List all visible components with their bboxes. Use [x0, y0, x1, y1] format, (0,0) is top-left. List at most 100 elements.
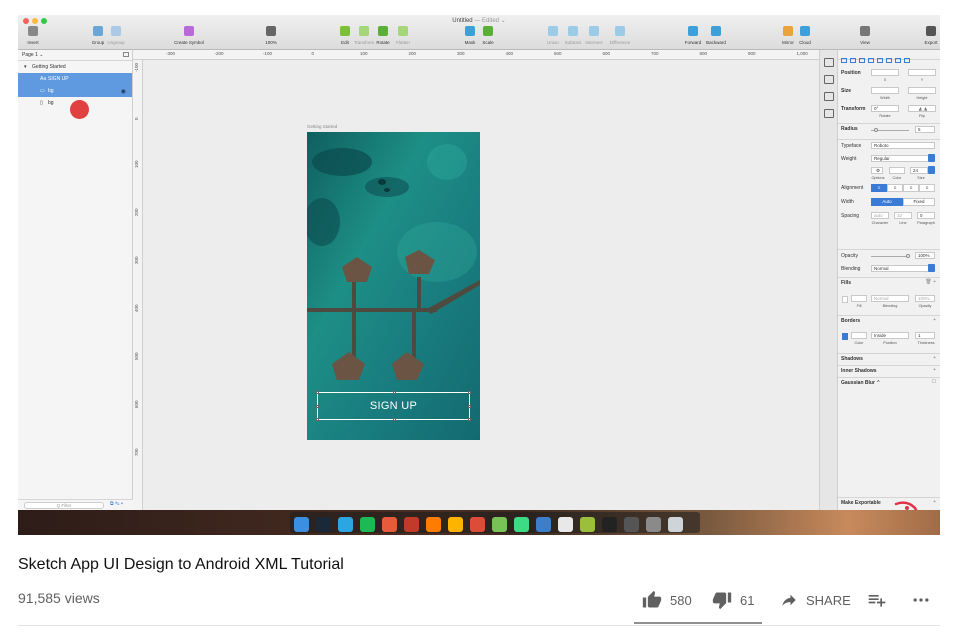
layout-icon[interactable]	[823, 92, 834, 101]
sketch-icon[interactable]	[448, 517, 463, 532]
border-thickness-field[interactable]: 1	[915, 332, 935, 339]
visibility-eye-icon[interactable]: ◉	[121, 88, 126, 95]
align-bottom-icon[interactable]	[886, 58, 892, 63]
resize-handle-l[interactable]	[316, 405, 319, 408]
resize-handle-t[interactable]	[393, 391, 396, 394]
add-export-icon[interactable]: +	[933, 499, 936, 505]
toolbar-difference-button[interactable]: Difference	[605, 26, 635, 45]
align-left-icon[interactable]	[841, 58, 847, 63]
text-align-left[interactable]: ≡	[871, 184, 887, 192]
weight-select[interactable]: Regular	[871, 155, 935, 162]
add-fill-icon[interactable]: 🗑 +	[925, 279, 936, 285]
opacity-field[interactable]: 100%	[915, 252, 935, 259]
dislike-button[interactable]: 61	[712, 590, 754, 610]
align-right-icon[interactable]	[859, 58, 865, 63]
resize-handle-b[interactable]	[393, 418, 396, 421]
text-align-center[interactable]: ≡	[887, 184, 903, 192]
position-x-field[interactable]	[871, 69, 899, 76]
text-options-button[interactable]: ⚙	[871, 167, 883, 174]
grid-icon[interactable]	[823, 109, 834, 118]
android-icon[interactable]	[514, 517, 529, 532]
like-button[interactable]: 580	[642, 590, 692, 610]
spotify-icon[interactable]	[360, 517, 375, 532]
typeface-field[interactable]: Roboto	[871, 142, 935, 149]
resize-handle-br[interactable]	[468, 418, 471, 421]
weight-dropdown-icon[interactable]	[928, 154, 935, 162]
artboard-getting-started[interactable]: SIGN UP	[307, 132, 480, 440]
artboard-title[interactable]: Getting Started	[307, 124, 337, 129]
line-spacing-field[interactable]: 32	[894, 212, 912, 219]
toolbar-cloud-button[interactable]: Cloud	[790, 26, 820, 45]
books-icon[interactable]	[382, 517, 397, 532]
resize-handle-bl[interactable]	[316, 418, 319, 421]
text-align-right[interactable]: ≡	[903, 184, 919, 192]
video-player[interactable]: Untitled — Edited ⌄ Insert Group Ungroup Cr…	[18, 15, 940, 535]
distribute-v-icon[interactable]	[904, 58, 910, 63]
radius-slider-knob[interactable]	[874, 128, 878, 132]
toolbar-flatten-button[interactable]: Flatten	[388, 26, 418, 45]
flip-buttons[interactable]: ◭ ◮	[908, 105, 936, 112]
toolbar-scale-button[interactable]: Scale	[473, 26, 503, 45]
trash-icon[interactable]	[668, 517, 683, 532]
blending-dropdown-icon[interactable]	[928, 264, 935, 272]
width-fixed-button[interactable]: Fixed	[903, 198, 935, 206]
rotate-field[interactable]: 0°	[871, 105, 899, 112]
blending-select[interactable]: Normal	[871, 265, 935, 272]
width-field[interactable]	[871, 87, 899, 94]
toolbar-create-symbol-button[interactable]: Create Symbol	[174, 26, 204, 45]
resize-handle-tr[interactable]	[468, 391, 471, 394]
layer-filter-input[interactable]: Q Filter	[24, 502, 104, 509]
app-icon[interactable]	[536, 517, 551, 532]
align-top-icon[interactable]	[868, 58, 874, 63]
border-enabled-checkbox[interactable]	[842, 333, 848, 340]
illustrator-icon[interactable]	[426, 517, 441, 532]
settings-icon[interactable]	[646, 517, 661, 532]
paragraph-spacing-field[interactable]: 0	[917, 212, 935, 219]
toolbar-100--button[interactable]: 100%	[256, 26, 286, 45]
font-size-dropdown-icon[interactable]	[928, 166, 935, 174]
chrome-icon[interactable]	[470, 517, 485, 532]
width-auto-button[interactable]: Auto	[871, 198, 903, 206]
radius-field[interactable]: 5	[915, 126, 935, 133]
save-to-playlist-button[interactable]	[867, 590, 895, 610]
add-shadow-icon[interactable]: +	[933, 355, 936, 361]
blur-section[interactable]: Gaussian Blur ⌃ ☐	[838, 377, 940, 389]
fill-blending-select[interactable]: Normal	[871, 295, 909, 302]
android-studio-icon[interactable]	[492, 517, 507, 532]
layer-row[interactable]: ▾ Getting Started	[18, 61, 132, 73]
fill-enabled-checkbox[interactable]	[842, 296, 848, 303]
inner-shadows-section[interactable]: Inner Shadows +	[838, 365, 940, 377]
add-inner-shadow-icon[interactable]: +	[933, 367, 936, 373]
font-size-field[interactable]: 24	[910, 167, 928, 174]
utility-icon[interactable]	[624, 517, 639, 532]
align-middle-icon[interactable]	[877, 58, 883, 63]
border-color-well[interactable]	[851, 332, 867, 339]
pages-toggle-icon[interactable]	[123, 52, 129, 57]
opacity-slider-knob[interactable]	[906, 254, 910, 258]
border-position-select[interactable]: Inside	[871, 332, 909, 339]
resize-handle-tl[interactable]	[316, 391, 319, 394]
filter-options-icon[interactable]: ⧉ ✎ ▾	[110, 501, 123, 507]
blur-checkbox[interactable]: ☐	[932, 379, 936, 385]
add-border-icon[interactable]: +	[933, 317, 936, 323]
shadows-section[interactable]: Shadows +	[838, 353, 940, 365]
photo-booth-icon[interactable]	[404, 517, 419, 532]
signup-button-layer[interactable]: SIGN UP	[316, 391, 471, 421]
fill-color-well[interactable]	[851, 295, 867, 302]
calendar-icon[interactable]	[558, 517, 573, 532]
toolbar-view-button[interactable]: View	[850, 26, 880, 45]
genymotion-icon[interactable]	[580, 517, 595, 532]
text-align-justify[interactable]: ≡	[919, 184, 935, 192]
telegram-icon[interactable]	[338, 517, 353, 532]
fill-opacity-field[interactable]: 100%	[915, 295, 935, 302]
opacity-slider-track[interactable]	[871, 256, 909, 257]
toolbar-ungroup-button[interactable]: Ungroup	[101, 26, 131, 45]
steam-icon[interactable]	[316, 517, 331, 532]
share-button[interactable]: SHARE	[780, 590, 851, 610]
align-center-icon[interactable]	[850, 58, 856, 63]
toolbar-export-button[interactable]: Export	[916, 26, 940, 45]
more-actions-button[interactable]	[910, 590, 940, 610]
height-field[interactable]	[908, 87, 936, 94]
resize-handle-r[interactable]	[468, 405, 471, 408]
share-icon[interactable]	[823, 58, 834, 67]
